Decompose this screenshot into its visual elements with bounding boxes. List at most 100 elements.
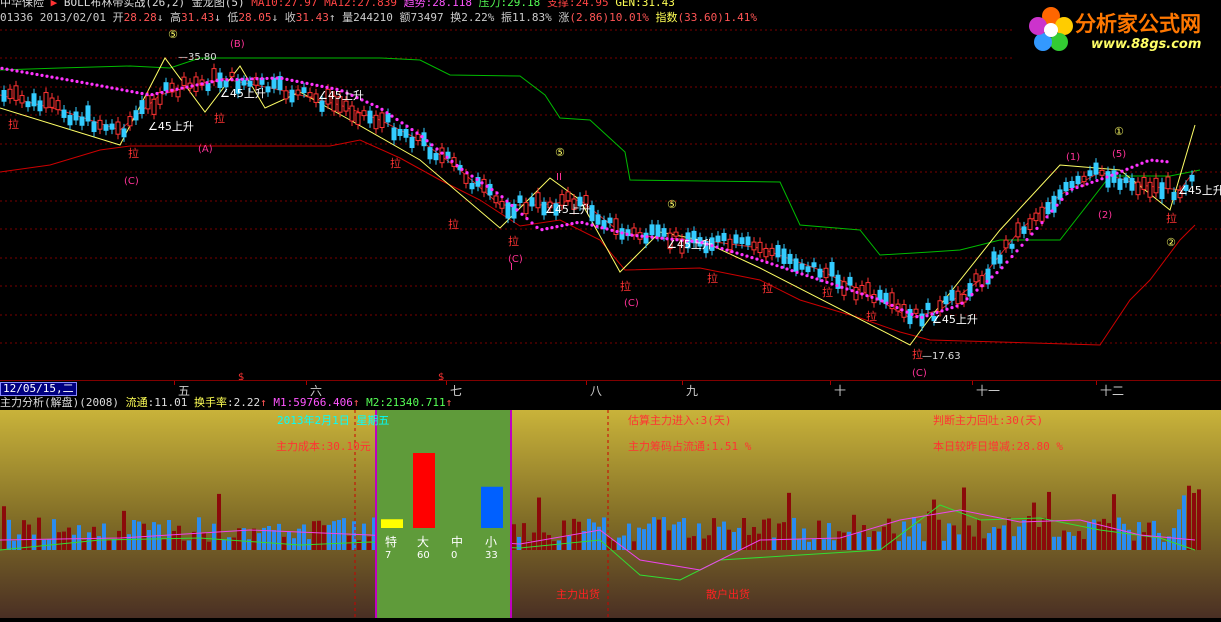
trend-dot	[825, 280, 829, 284]
volume-bar	[992, 527, 996, 550]
trend-dot	[365, 100, 369, 104]
trend-dot	[525, 217, 529, 221]
trend-dot	[990, 275, 994, 279]
candle-body	[355, 112, 361, 125]
m1-label: M1	[273, 396, 287, 409]
order-size-bar	[381, 519, 403, 528]
candle-body	[733, 234, 739, 244]
trend-dot	[35, 72, 39, 77]
trend-dot	[815, 277, 819, 281]
trend-dot	[575, 221, 579, 225]
volume-bar	[222, 539, 226, 550]
volume-bar	[242, 528, 246, 550]
trend-dot	[820, 279, 824, 283]
volume-bar	[932, 499, 936, 550]
candle-body	[793, 258, 799, 272]
candle-body	[907, 309, 913, 325]
volume-bar	[632, 541, 636, 550]
volume-bar	[357, 540, 361, 550]
volume-bar	[37, 517, 41, 550]
down-arrow-icon: ↓	[214, 11, 221, 24]
candle-body	[1069, 180, 1075, 188]
trend-dot	[215, 79, 219, 83]
candle-body	[1129, 177, 1135, 191]
order-size-label: 特	[385, 534, 397, 549]
trend-dot	[70, 79, 74, 83]
trend-dot	[530, 221, 534, 225]
volume-bar	[322, 525, 326, 550]
trend-dot	[785, 267, 789, 271]
order-size-value: 0	[451, 550, 457, 561]
trend-dot	[545, 227, 549, 231]
volume-bar	[747, 534, 751, 550]
logo-url: www.88gs.com	[1091, 37, 1202, 52]
float-value: :11.01	[147, 396, 188, 409]
candle-body	[91, 121, 97, 133]
volume-bar	[1022, 520, 1026, 550]
order-size-bar	[413, 453, 435, 528]
trend-dot	[90, 82, 94, 86]
trend-dot	[310, 82, 314, 86]
order-size-bars: 特7 大60 中0 小33	[381, 453, 503, 561]
candle-body	[157, 92, 163, 105]
low-price-label: —17.63	[922, 351, 961, 362]
turnover-rate-value: :2.22	[226, 396, 261, 409]
volume-bar	[1037, 527, 1041, 550]
trend-dot	[120, 88, 124, 92]
trend-dot	[1145, 159, 1149, 163]
volume-bar	[207, 541, 211, 550]
trend-dot	[480, 181, 484, 185]
candle-body	[1117, 178, 1123, 190]
close-label: 收	[284, 11, 296, 24]
main-force-sell-label: 主力出货	[556, 588, 600, 601]
retail-sell-label: 散户出货	[706, 588, 750, 601]
candle-body	[799, 263, 805, 270]
volume-bar	[677, 521, 681, 550]
volume-bar	[327, 524, 331, 550]
trend-dot	[1160, 159, 1164, 163]
quote-info-line: 01336 2013/02/01 开28.28↓ 高31.43↓ 低28.05↓…	[0, 9, 757, 25]
trend-dot	[660, 236, 664, 240]
trend-dot	[755, 257, 759, 261]
candle-body	[37, 100, 43, 112]
candle-body	[1, 90, 7, 102]
candle-body	[61, 109, 67, 118]
trend-dot	[750, 256, 754, 260]
volume-bar	[917, 523, 921, 550]
trend-dot	[615, 230, 619, 234]
volume-bar	[312, 521, 316, 550]
down-arrow-icon: ↓	[271, 11, 279, 24]
volume-bar	[1192, 492, 1196, 550]
candle-body	[145, 95, 151, 110]
volume-bar	[782, 522, 786, 550]
wave-marker: (2)	[1098, 210, 1112, 221]
candle-body	[55, 100, 61, 111]
trend-dot	[170, 88, 174, 92]
candle-body	[973, 273, 979, 283]
trend-dot	[140, 91, 144, 96]
volume-bar	[752, 527, 756, 550]
trend-annotation: ∠45上升	[932, 313, 978, 326]
volume-bar	[592, 522, 596, 550]
main-force-chart[interactable]: 主力成本:30.10元 估算主力进入:3(天) 主力筹码占流通:1.51 % 判…	[0, 410, 1221, 618]
trend-dot	[315, 83, 319, 87]
candle-body	[271, 77, 277, 89]
trend-dot	[1135, 163, 1139, 167]
trend-dot	[420, 135, 424, 139]
candle-body	[739, 237, 745, 244]
trend-dot	[225, 78, 229, 82]
trend-dot	[860, 292, 864, 296]
trend-dot	[565, 223, 569, 227]
candle-body	[493, 195, 499, 204]
candle-body	[949, 289, 955, 301]
candle-body	[505, 202, 511, 219]
volume-bar	[22, 520, 26, 550]
trend-dot	[1105, 175, 1109, 179]
open-label: 开	[112, 11, 124, 24]
trend-dot	[1155, 159, 1159, 163]
trend-dot	[945, 307, 949, 311]
candle-body	[121, 128, 127, 138]
candle-body	[877, 289, 883, 301]
volume-bar	[337, 519, 341, 550]
candle-body	[7, 88, 13, 100]
